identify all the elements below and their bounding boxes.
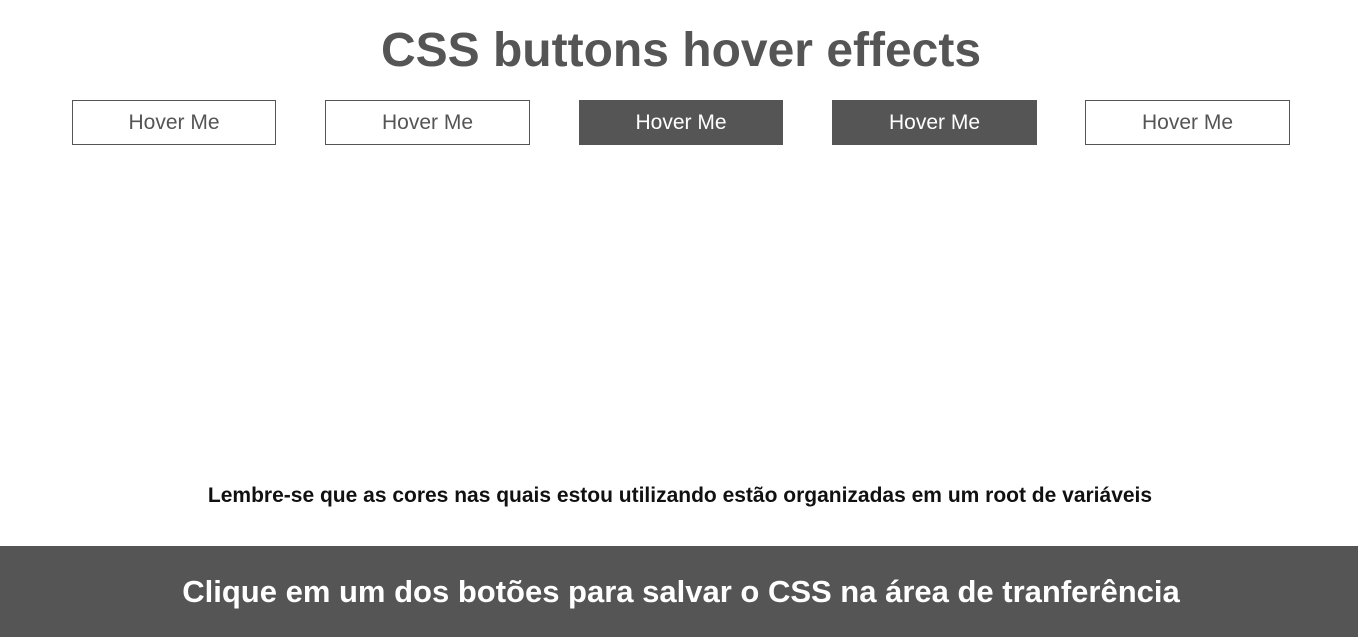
page: CSS buttons hover effects Hover Me Hover… xyxy=(0,0,1358,637)
page-title: CSS buttons hover effects xyxy=(380,24,982,77)
footer-text: Clique em um dos botões para salvar o CS… xyxy=(182,573,1180,609)
hover-button-2[interactable]: Hover Me xyxy=(325,100,530,145)
hover-button-1[interactable]: Hover Me xyxy=(72,100,276,145)
hover-button-3[interactable]: Hover Me xyxy=(579,100,783,145)
hover-button-5[interactable]: Hover Me xyxy=(1085,100,1290,145)
footer-bar: Clique em um dos botões para salvar o CS… xyxy=(0,546,1358,637)
hover-button-4[interactable]: Hover Me xyxy=(832,100,1037,145)
variables-note: Lembre-se que as cores nas quais estou u… xyxy=(207,484,1153,507)
